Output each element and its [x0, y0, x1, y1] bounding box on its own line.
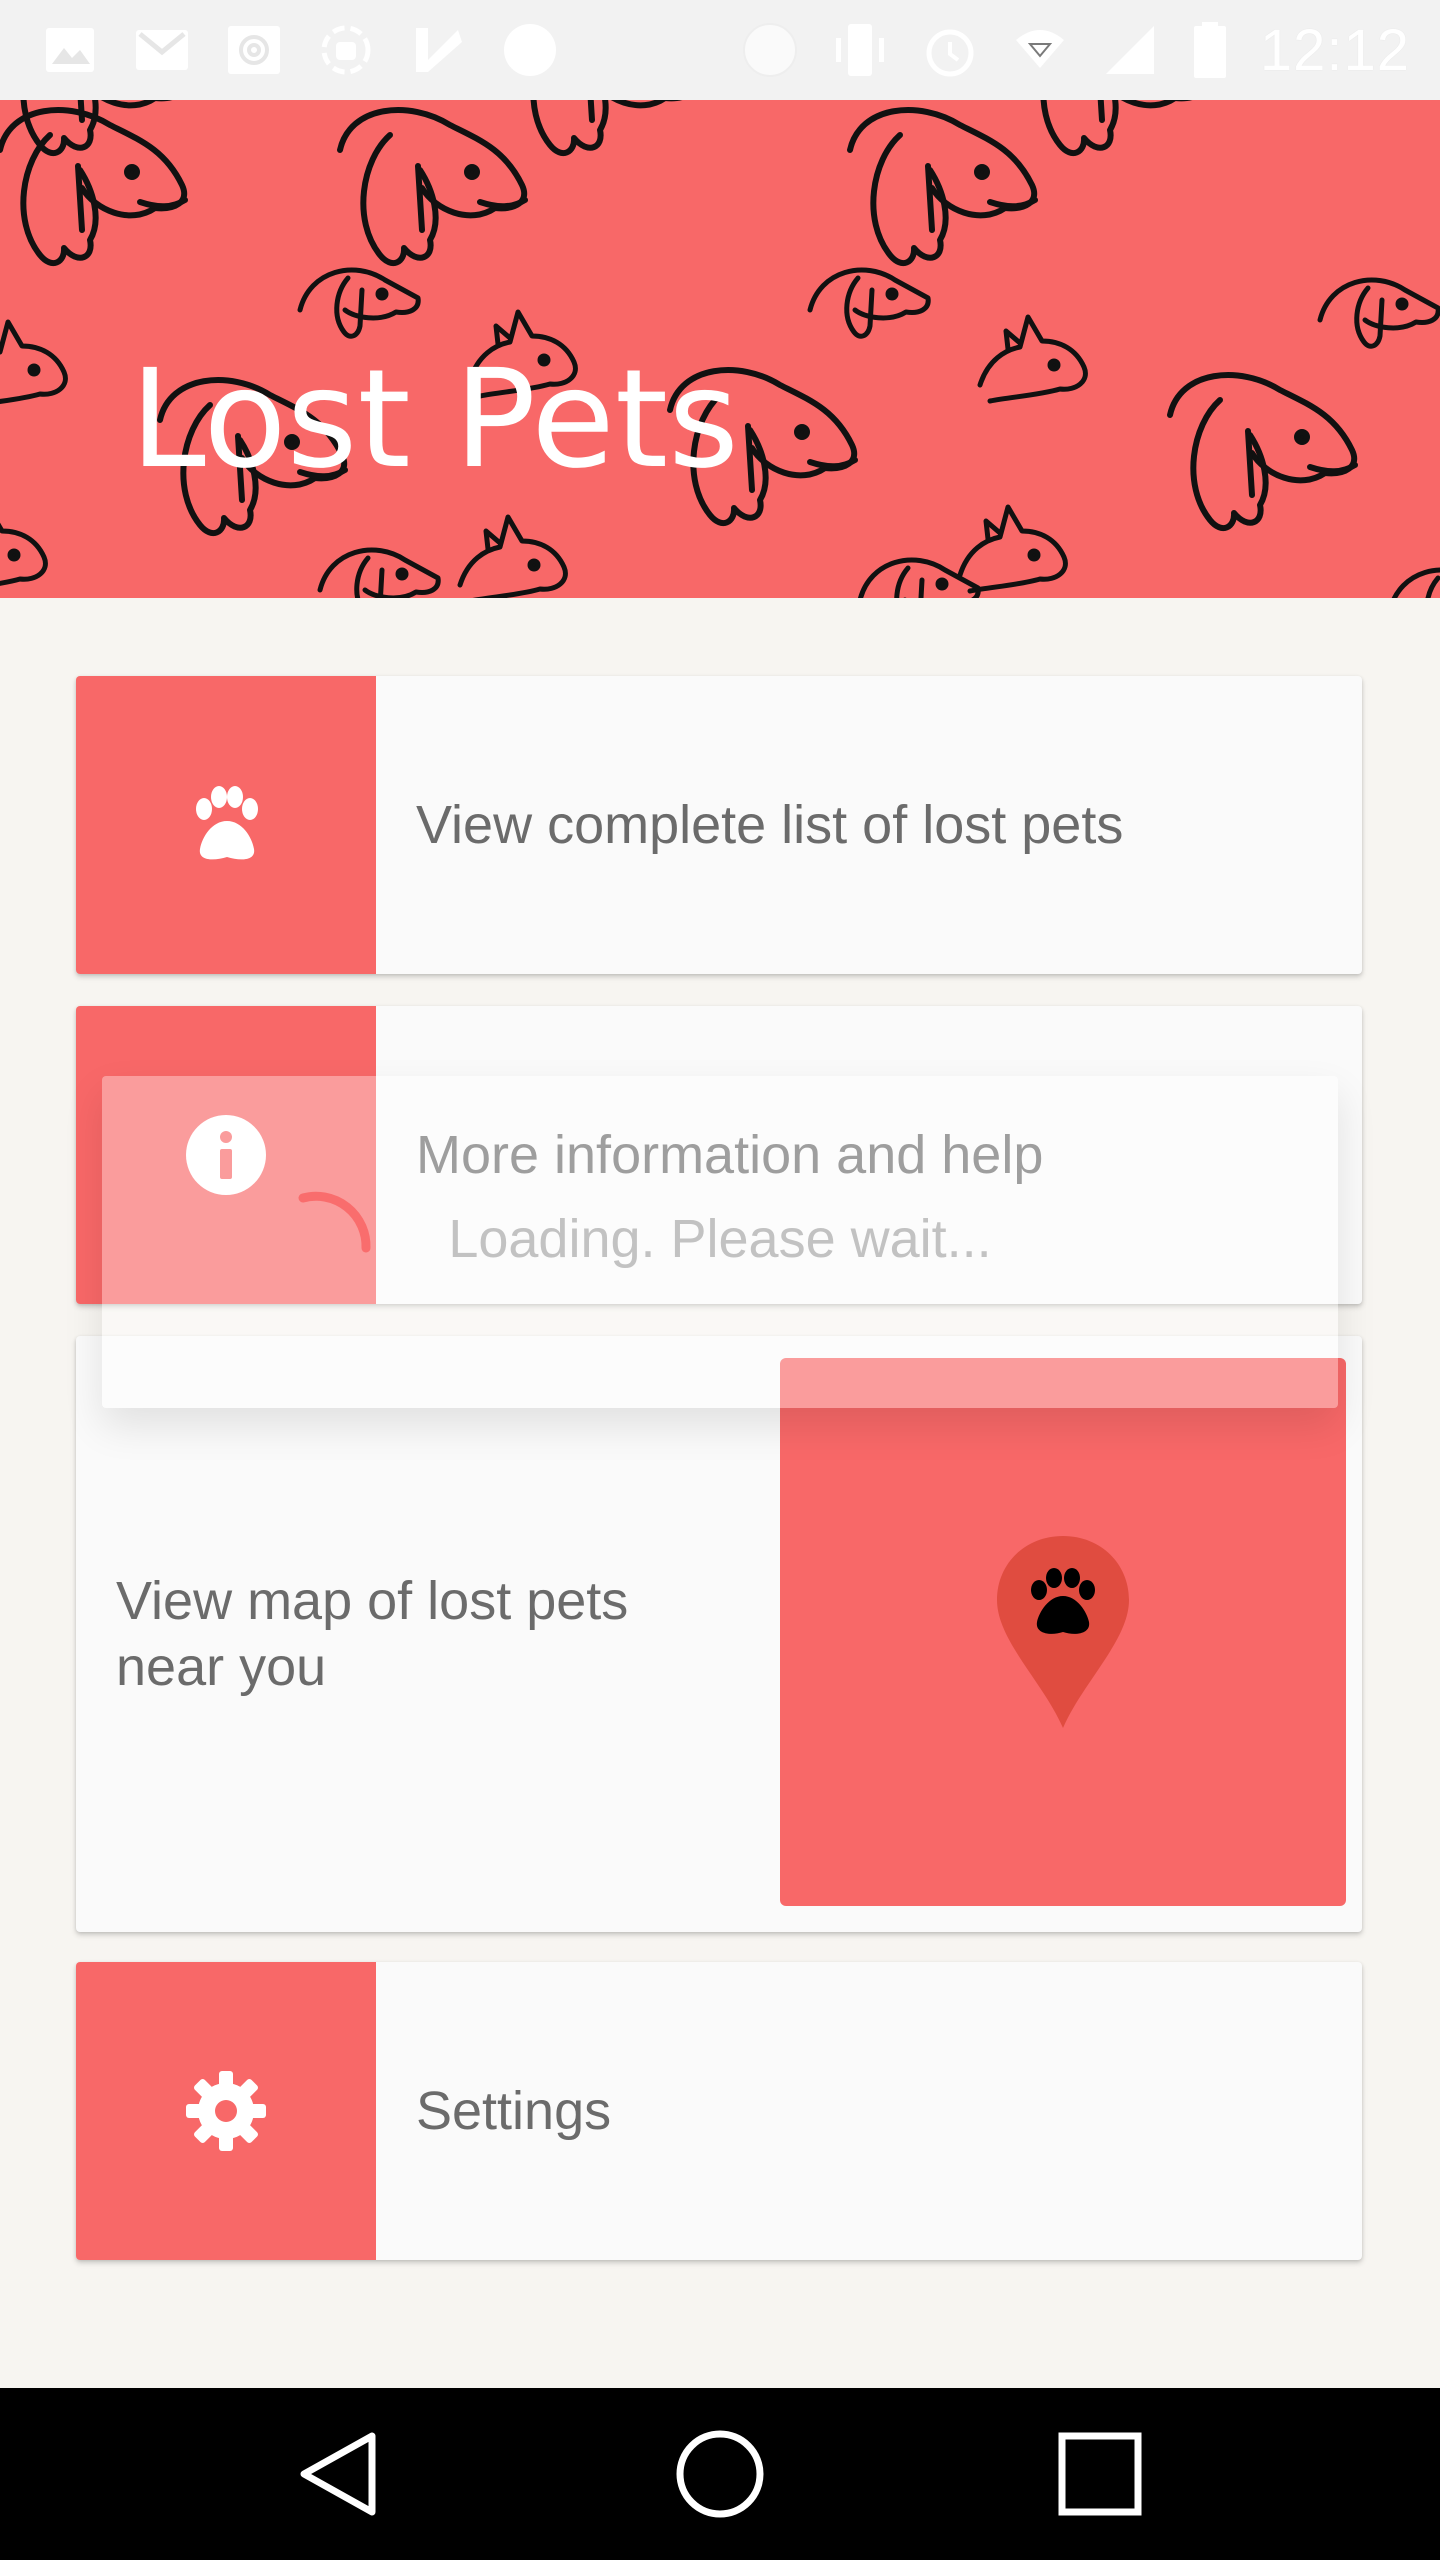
loading-text: Loading. Please wait...: [448, 1209, 992, 1269]
do-not-disturb-icon: [742, 23, 797, 77]
circle-notification-icon: [504, 24, 556, 76]
back-icon[interactable]: [290, 2424, 390, 2524]
loading-dialog: Loading. Please wait...: [102, 1076, 1338, 1408]
paw-icon: [196, 786, 258, 860]
map-preview: [780, 1358, 1346, 1906]
view-list-card[interactable]: View complete list of lost pets: [76, 676, 1362, 974]
signal-icon: [1105, 26, 1154, 74]
gmail-icon: [136, 30, 188, 70]
android-debug-icon: [321, 25, 371, 75]
navigation-bar: [0, 2388, 1440, 2560]
clock: 12:12: [1259, 17, 1410, 83]
email-at-icon: [228, 26, 280, 74]
settings-label: Settings: [416, 2081, 612, 2141]
alarm-icon: [926, 29, 974, 77]
wifi-icon: [1015, 30, 1064, 68]
app-header: Lost Pets: [0, 100, 1440, 598]
vibrate-icon: [835, 24, 884, 76]
system-icons: 12:12: [740, 0, 1410, 100]
checkmark-icon: [416, 28, 462, 72]
status-bar: 12:12: [0, 0, 1440, 101]
notification-icons: [40, 0, 560, 100]
settings-card[interactable]: Settings: [76, 1962, 1362, 2260]
card-icon-box: [76, 676, 376, 974]
view-list-label: View complete list of lost pets: [416, 795, 1124, 855]
map-card[interactable]: View map of lost pets near you: [76, 1336, 1362, 1932]
recents-icon[interactable]: [1050, 2424, 1150, 2524]
gear-icon: [186, 2071, 266, 2151]
battery-icon: [1193, 22, 1226, 78]
gallery-icon: [46, 28, 94, 72]
home-icon[interactable]: [670, 2424, 770, 2524]
app-title: Lost Pets: [130, 341, 740, 499]
card-icon-box: [76, 1962, 376, 2260]
map-pin-paw-icon: [997, 1536, 1129, 1728]
map-label: View map of lost pets near you: [116, 1571, 629, 1697]
